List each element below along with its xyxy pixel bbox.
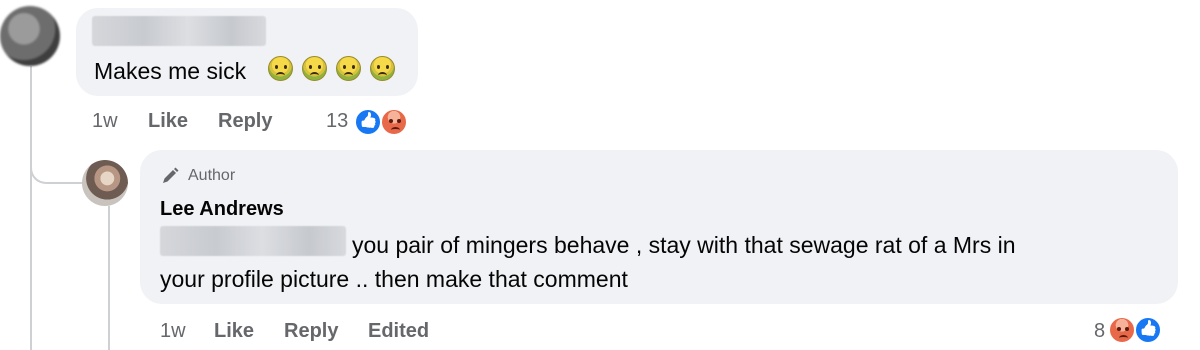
comment-reply-button[interactable]: Reply [218, 110, 272, 133]
reply-author-name[interactable]: Lee Andrews [160, 198, 284, 221]
comment-like-button[interactable]: Like [148, 110, 188, 133]
reply-like-button[interactable]: Like [214, 320, 254, 343]
nauseated-face-icon [336, 56, 361, 81]
redacted-mention [160, 226, 346, 256]
thread-line [30, 66, 32, 350]
comment-text: Makes me sick [94, 58, 247, 84]
author-badge: Author [160, 166, 235, 186]
thread-connector [30, 146, 82, 184]
angry-icon[interactable] [380, 108, 408, 136]
reply-thread-line [108, 206, 110, 350]
reply-text-line-2: your profile picture .. then make that c… [160, 266, 628, 292]
comment-timestamp[interactable]: 1w [92, 110, 118, 133]
comment-emoji-row [268, 56, 395, 81]
redacted-commenter-name [92, 16, 266, 46]
nauseated-face-icon [268, 56, 293, 81]
comment-reaction-count[interactable]: 13 [326, 110, 348, 133]
like-icon[interactable] [1134, 316, 1162, 344]
author-avatar[interactable] [82, 160, 128, 206]
like-icon[interactable] [354, 108, 382, 136]
commenter-avatar[interactable] [0, 6, 60, 66]
pencil-icon [163, 167, 179, 183]
nauseated-face-icon [302, 56, 327, 81]
nauseated-face-icon [370, 56, 395, 81]
reply-reaction-count[interactable]: 8 [1094, 320, 1105, 343]
angry-icon[interactable] [1108, 316, 1136, 344]
reply-timestamp[interactable]: 1w [160, 320, 186, 343]
author-badge-label: Author [188, 167, 236, 184]
reply-text-line-1: you pair of mingers behave , stay with t… [352, 232, 1016, 258]
reply-reply-button[interactable]: Reply [284, 320, 338, 343]
reply-edited-label[interactable]: Edited [368, 320, 429, 343]
